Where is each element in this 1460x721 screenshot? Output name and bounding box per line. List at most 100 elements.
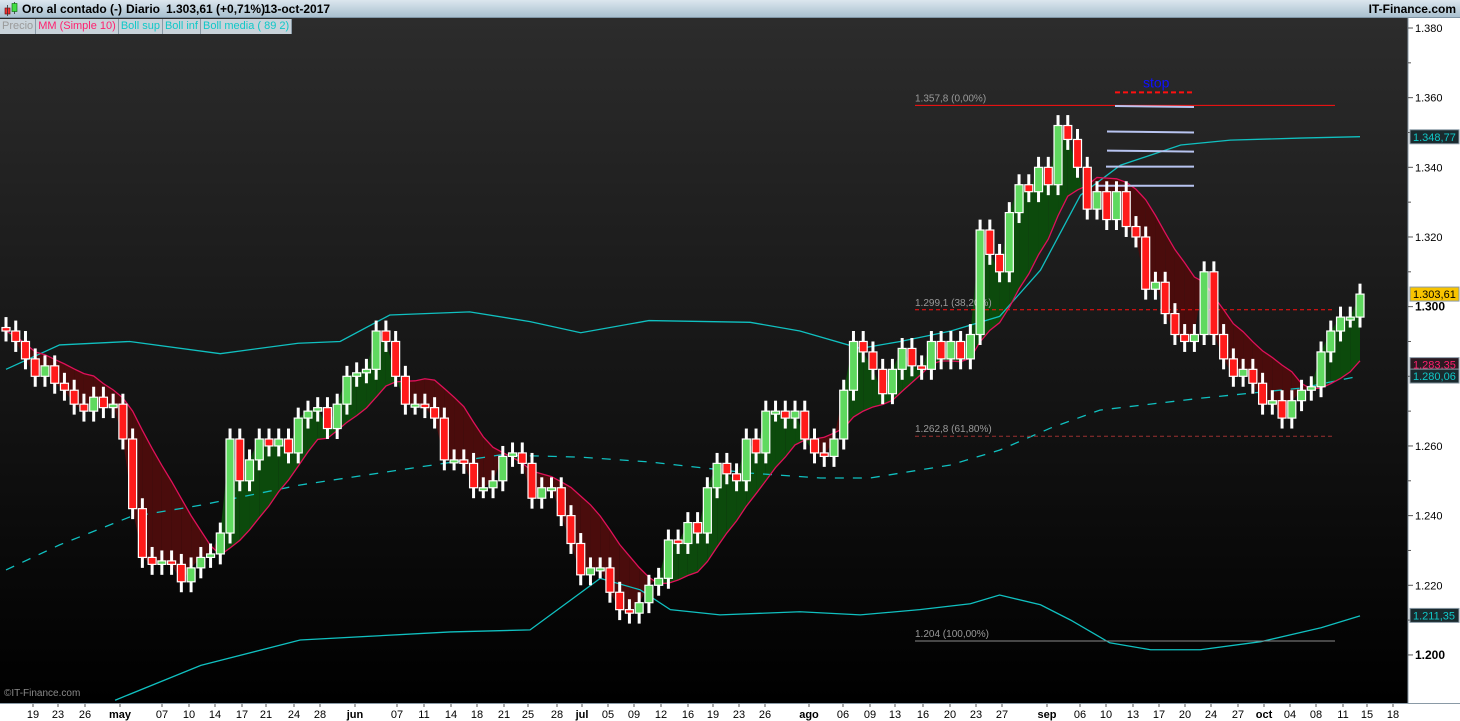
candle [137,498,147,568]
copyright: ©IT-Finance.com [4,688,81,699]
candle [839,379,849,450]
target-line [1106,130,1195,134]
candle-body [1121,191,1131,228]
candle [1199,261,1209,345]
candle-body [430,407,440,419]
period: Diario [126,2,161,16]
candle-body [128,438,138,510]
x-tick-label: 21 [498,709,510,721]
candle-body [1004,211,1014,273]
candle [1004,202,1014,283]
legend-boll-sup[interactable]: Boll sup [118,19,163,34]
y-tick-label: 1.360 [1415,93,1443,105]
candle-body [761,410,771,454]
candle-body [702,487,712,534]
x-tick-label: 19 [707,709,719,721]
candle-body [907,347,917,367]
candle-body [936,340,946,360]
candle-body [1092,191,1102,210]
candle-body [517,452,527,464]
candle-body [878,368,888,395]
candle-body [1141,236,1151,290]
candle-body [342,375,352,405]
x-tick-label: may [109,709,132,721]
candle-body [40,365,50,377]
x-tick-label: 28 [551,709,563,721]
x-tick-label: 07 [391,709,403,721]
candle [1141,226,1151,300]
legend-boll-inf[interactable]: Boll inf [162,19,201,34]
candle-body [439,417,449,461]
x-tick-label: 15 [1361,709,1373,721]
candle-body [946,340,956,360]
legend-boll-media[interactable]: Boll media ( 89 2) [200,19,293,34]
candle-body [196,556,206,569]
candle-body [147,556,157,565]
candle-body [488,480,498,489]
x-tick-label: 13 [1127,709,1139,721]
candle-body [1150,281,1161,290]
candle [1209,261,1219,345]
x-tick-label: ago [799,709,819,721]
x-tick-label: 23 [970,709,982,721]
x-tick-label: 25 [522,709,534,721]
candle-body [215,532,225,555]
candle-body [585,567,596,576]
candle-body [770,410,781,415]
candle-body [731,473,742,482]
candle-body [985,229,995,255]
candle-body [634,602,644,614]
candle-body [30,358,40,377]
candle [128,428,138,520]
candle-body [780,410,790,419]
candle-body [1287,400,1297,419]
x-tick-label: 27 [1232,709,1244,721]
candle-body [371,330,381,370]
candle-body [809,438,820,454]
y-tick-label: 1.220 [1415,580,1443,592]
x-tick-label: 09 [864,709,876,721]
y-tick-label: 1.380 [1415,23,1443,35]
candle-body [800,410,810,440]
candle-body [566,515,576,545]
candle-body [264,438,274,447]
price-tag-label: 1.348,77 [1413,132,1456,144]
x-tick-label: 26 [79,709,91,721]
candle-body [352,372,362,377]
candle-body [1228,358,1238,377]
x-tick-label: 28 [314,709,326,721]
candle [848,331,859,401]
candle-body [683,521,693,545]
x-tick-label: 13 [889,709,901,721]
legend-mm[interactable]: MM (Simple 10) [36,19,119,34]
x-tick-label: 20 [1179,709,1191,721]
x-tick-label: 21 [260,709,272,721]
candle-body [917,365,927,370]
candle-body [1316,351,1326,388]
candle-body [361,368,372,374]
candle-body [994,253,1005,273]
candle-body [1,326,11,332]
x-tick-label: 11 [418,709,429,721]
target-line [1106,149,1195,153]
x-tick-label: 07 [156,709,168,721]
candle-body [868,351,878,370]
candle-body [118,403,128,440]
x-tick-label: 10 [1100,709,1112,721]
x-tick-label: 14 [445,709,457,721]
target-line [1114,105,1195,109]
x-tick-label: oct [1256,709,1273,721]
price-chart[interactable]: 1.357,8 (0,00%)1.299,1 (38,20%)1.262,8 (… [0,18,1460,703]
candle-body [1306,386,1316,391]
candle-body [839,389,849,440]
candle [1053,115,1063,196]
candle-body [313,407,323,412]
candle-body [829,438,839,458]
candle-body [69,389,79,405]
candle-body [274,438,284,447]
legend-precio[interactable]: Precio [0,19,37,34]
candle-body [283,438,294,454]
candle-body [410,403,420,408]
candle-body [595,567,605,572]
x-tick-label: 06 [1074,709,1086,721]
